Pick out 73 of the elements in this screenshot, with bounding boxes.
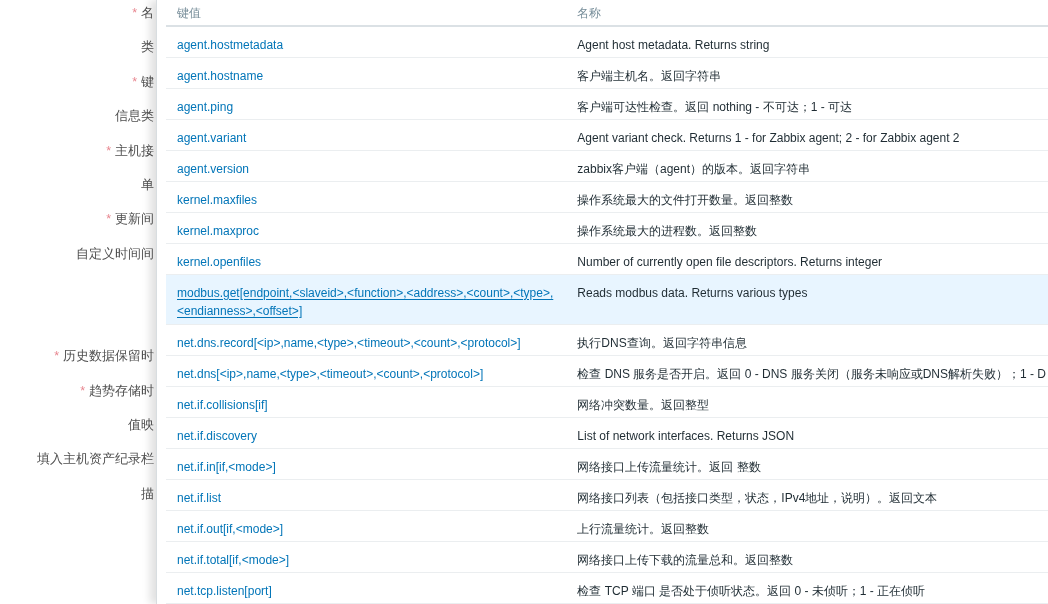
table-row[interactable]: net.if.list 网络接口列表（包括接口类型，状态，IPv4地址，说明）。返回文本 <box>166 479 1048 510</box>
table-row[interactable]: kernel.maxfiles 操作系统最大的文件打开数量。返回整数 <box>166 181 1048 212</box>
item-key-link[interactable]: net.dns.record[<ip>,name,<type>,<timeout>,<count>,<protocol>] <box>177 335 521 350</box>
item-key-link[interactable]: kernel.maxfiles <box>177 192 258 207</box>
item-description: 网络接口上传下载的流量总和。返回整数 <box>577 552 794 567</box>
item-description: 网络接口列表（包括接口类型，状态，IPv4地址，说明）。返回文本 <box>577 490 938 505</box>
item-key-link[interactable]: agent.version <box>177 161 250 176</box>
form-label: 类 <box>141 39 154 57</box>
item-key-link[interactable]: agent.hostmetadata <box>177 38 284 52</box>
table-row[interactable]: net.if.discovery List of network interfaces. Returns JSON <box>166 417 1048 448</box>
item-description: 网络接口上传流量统计。返回 整数 <box>577 459 761 474</box>
item-key-link[interactable]: net.if.list <box>177 490 221 505</box>
item-description: 客户端主机名。返回字符串 <box>577 68 722 83</box>
item-description: 客户端可达性检查。返回 nothing - 不可达；1 - 可达 <box>577 99 853 114</box>
table-row[interactable]: agent.version zabbix客户端（agent）的版本。返回字符串 <box>166 150 1048 181</box>
table-row[interactable]: net.dns[<ip>,name,<type>,<timeout>,<count>,<protocol>] 检查 DNS 服务是否开启。返回 0 - DNS 服务关闭（服务未响应或DNS解析失败）；1 - D <box>166 355 1048 386</box>
item-key-link[interactable]: net.tcp.listen[port] <box>177 583 272 598</box>
item-key-link[interactable]: net.if.total[if,<mode>] <box>177 552 290 567</box>
item-key-link[interactable]: net.if.collisions[if] <box>177 397 268 412</box>
item-description: Reads modbus data. Returns various types <box>577 285 808 300</box>
item-key-link[interactable]: net.if.in[if,<mode>] <box>177 459 276 474</box>
required-mark: * <box>80 382 85 400</box>
table-row[interactable]: agent.ping 客户端可达性检查。返回 nothing - 不可达；1 - 可达 <box>166 88 1048 119</box>
table-row[interactable]: net.if.total[if,<mode>] 网络接口上传下载的流量总和。返回整数 <box>166 541 1048 572</box>
item-description: zabbix客户端（agent）的版本。返回字符串 <box>577 161 811 176</box>
item-description: List of network interfaces. Returns JSON <box>577 428 795 443</box>
table-row[interactable]: net.tcp.listen[port] 检查 TCP 端口 是否处于侦听状态。返回 0 - 未侦听；1 - 正在侦听 <box>166 572 1048 603</box>
item-key-link[interactable]: agent.ping <box>177 99 234 114</box>
item-description: 检查 TCP 端口 是否处于侦听状态。返回 0 - 未侦听；1 - 正在侦听 <box>577 583 926 598</box>
item-key-link[interactable]: agent.hostname <box>177 68 264 83</box>
item-description: 操作系统最大的进程数。返回整数 <box>577 223 758 238</box>
column-header: 键值 <box>177 6 201 20</box>
item-key-link[interactable]: net.dns[<ip>,name,<type>,<timeout>,<count>,<protocol>] <box>177 366 484 381</box>
item-key-link[interactable]: kernel.openfiles <box>177 254 262 269</box>
form-label: 趋势存储时 <box>89 382 154 400</box>
required-mark: * <box>54 348 59 366</box>
table-row[interactable]: agent.hostname 客户端主机名。返回字符串 <box>166 57 1048 88</box>
required-mark: * <box>106 142 111 160</box>
item-description: Number of currently open file descriptors. Returns integer <box>577 254 883 269</box>
form-label: 名 <box>141 5 154 22</box>
table-row[interactable]: net.if.collisions[if] 网络冲突数量。返回整型 <box>166 386 1048 417</box>
form-label: 自定义时间间 <box>76 245 154 263</box>
table-row[interactable]: kernel.maxproc 操作系统最大的进程数。返回整数 <box>166 212 1048 243</box>
table-row[interactable]: kernel.openfiles Number of currently open file descriptors. Returns integer <box>166 243 1048 274</box>
form-label: 描 <box>141 485 154 503</box>
required-mark: * <box>132 5 137 22</box>
item-description: Agent host metadata. Returns string <box>577 38 770 52</box>
item-description: 操作系统最大的文件打开数量。返回整数 <box>577 192 794 207</box>
item-description: 检查 DNS 服务是否开启。返回 0 - DNS 服务关闭（服务未响应或DNS解析失败）；1 - D <box>577 366 1046 381</box>
form-label: 填入主机资产纪录栏 <box>37 451 154 469</box>
form-label: 主机接 <box>115 142 154 160</box>
item-key-link[interactable]: net.if.out[if,<mode>] <box>177 521 284 536</box>
table-row[interactable]: net.if.out[if,<mode>] 上行流量统计。返回整数 <box>166 510 1048 541</box>
table-row[interactable]: net.dns.record[<ip>,name,<type>,<timeout>,<count>,<protocol>] 执行DNS查询。返回字符串信息 <box>166 324 1048 355</box>
form-label: 值映 <box>128 416 154 434</box>
item-key-link[interactable]: kernel.maxproc <box>177 223 260 238</box>
table-row[interactable]: agent.variant Agent variant check. Returns 1 - for Zabbix agent; 2 - for Zabbix agent 2 <box>166 119 1048 150</box>
table-row[interactable]: agent.hostmetadata Agent host metadata. Returns string <box>166 26 1048 57</box>
form-label: 更新间 <box>115 211 154 229</box>
table-row[interactable]: net.if.in[if,<mode>] 网络接口上传流量统计。返回 整数 <box>166 448 1048 479</box>
form-label: 历史数据保留时 <box>63 348 154 366</box>
item-description: 上行流量统计。返回整数 <box>577 521 710 536</box>
form-label: 键 <box>141 73 154 91</box>
item-description: Agent variant check. Returns 1 - for Zabbix agent; 2 - for Zabbix agent 2 <box>577 130 960 145</box>
item-key-link[interactable]: agent.variant <box>177 130 247 145</box>
form-label: 单 <box>141 176 154 194</box>
form-label: 信息类 <box>115 108 154 126</box>
required-mark: * <box>132 73 137 91</box>
item-description: 网络冲突数量。返回整型 <box>577 397 710 412</box>
column-header: 名称 <box>577 6 602 20</box>
item-key-link[interactable]: net.if.discovery <box>177 428 258 443</box>
item-description: 执行DNS查询。返回字符串信息 <box>577 335 747 350</box>
required-mark: * <box>106 211 111 229</box>
